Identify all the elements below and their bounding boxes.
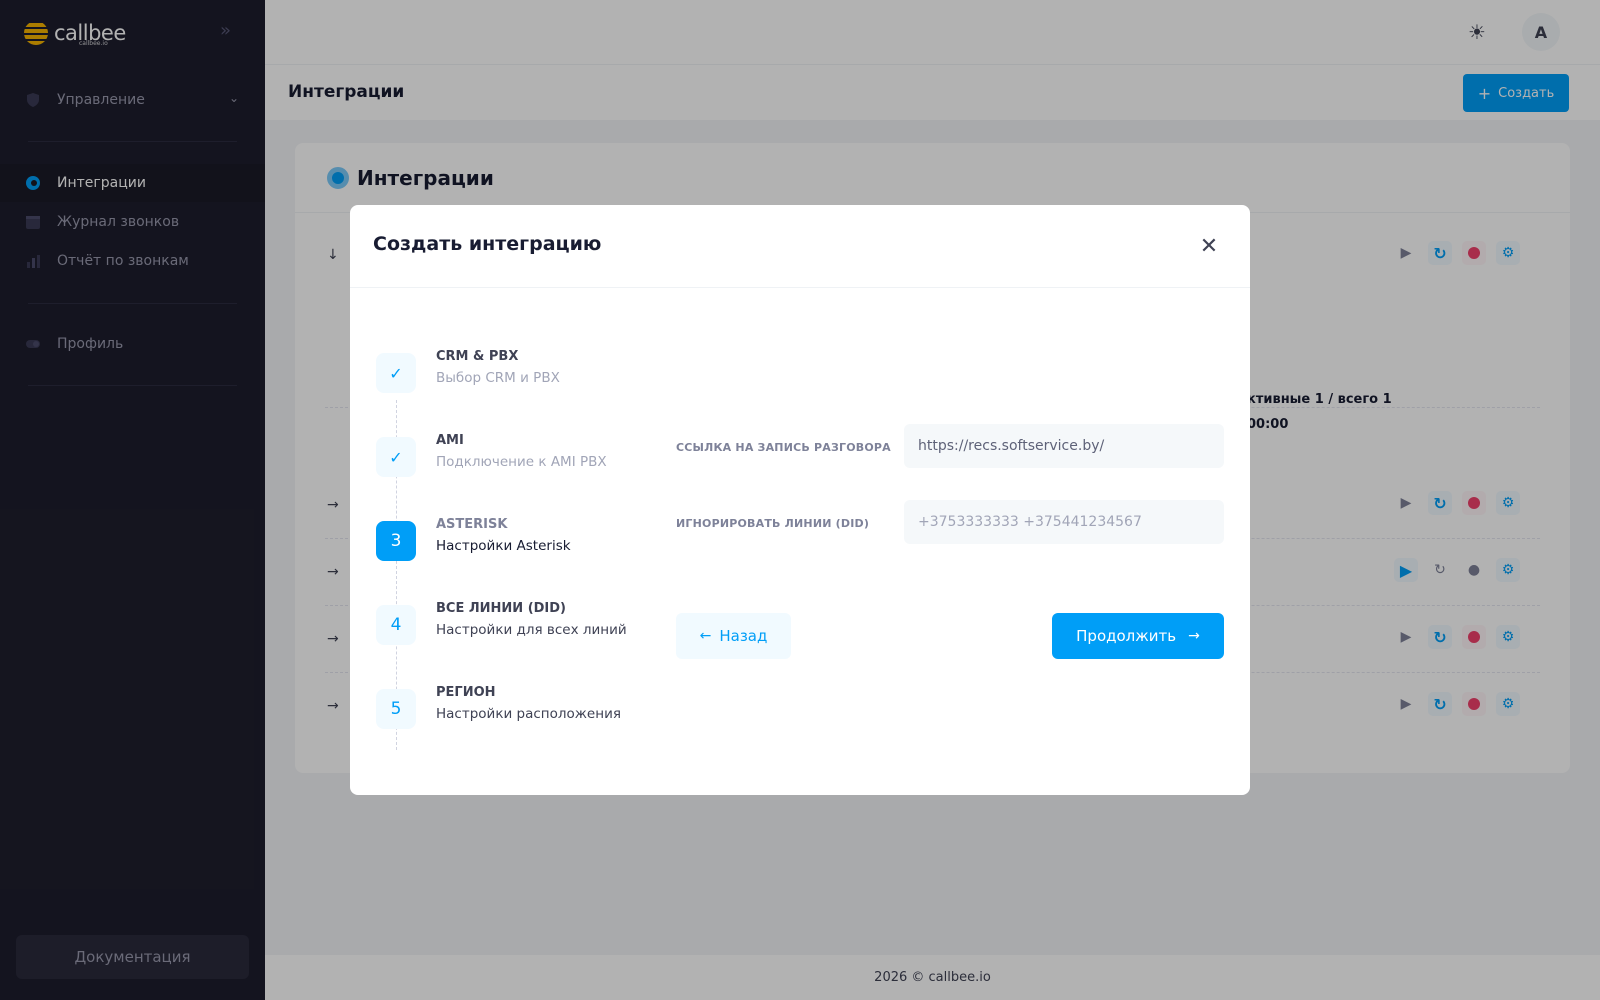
modal-header: Создать интеграцию ✕ (350, 205, 1250, 288)
step-title: ASTERISK (436, 517, 508, 532)
step-title: CRM & PBX (436, 349, 519, 364)
modal-title: Создать интеграцию (373, 233, 602, 255)
continue-button[interactable]: Продолжить → (1052, 613, 1224, 659)
step-desc: Настройки Asterisk (436, 538, 571, 554)
step-number: 5 (376, 689, 416, 729)
continue-button-label: Продолжить (1076, 627, 1177, 645)
ignore-lines-label: ИГНОРИРОВАТЬ ЛИНИИ (DID) (676, 517, 870, 530)
step-desc: Подключение к AMI PBX (436, 454, 607, 470)
step-number: 4 (376, 605, 416, 645)
arrow-left-icon: ← (699, 628, 712, 644)
step-title: AMI (436, 433, 464, 448)
back-button[interactable]: ← Назад (676, 613, 791, 659)
record-link-label: ССЫЛКА НА ЗАПИСЬ РАЗГОВОРА (676, 441, 891, 454)
step-ami[interactable]: ✓ AMI Подключение к AMI PBX (376, 431, 676, 481)
arrow-right-icon: → (1188, 628, 1200, 644)
step-desc: Настройки расположения (436, 706, 621, 722)
step-title: ВСЕ ЛИНИИ (DID) (436, 601, 566, 616)
back-button-label: Назад (719, 627, 768, 645)
step-desc: Настройки для всех линий (436, 622, 627, 638)
ignore-lines-input[interactable] (904, 500, 1224, 544)
step-region[interactable]: 5 РЕГИОН Настройки расположения (376, 683, 676, 733)
step-number: 3 (376, 521, 416, 561)
check-icon: ✓ (376, 437, 416, 477)
check-icon: ✓ (376, 353, 416, 393)
close-icon[interactable]: ✕ (1196, 233, 1222, 259)
step-asterisk[interactable]: 3 ASTERISK Настройки Asterisk (376, 515, 676, 565)
step-crm-pbx[interactable]: ✓ CRM & PBX Выбор CRM и PBX (376, 347, 676, 397)
record-link-input[interactable] (904, 424, 1224, 468)
step-title: РЕГИОН (436, 685, 496, 700)
step-desc: Выбор CRM и PBX (436, 370, 560, 386)
create-integration-modal: Создать интеграцию ✕ ✓ CRM & PBX Выбор C… (350, 205, 1250, 795)
step-all-lines[interactable]: 4 ВСЕ ЛИНИИ (DID) Настройки для всех лин… (376, 599, 676, 649)
